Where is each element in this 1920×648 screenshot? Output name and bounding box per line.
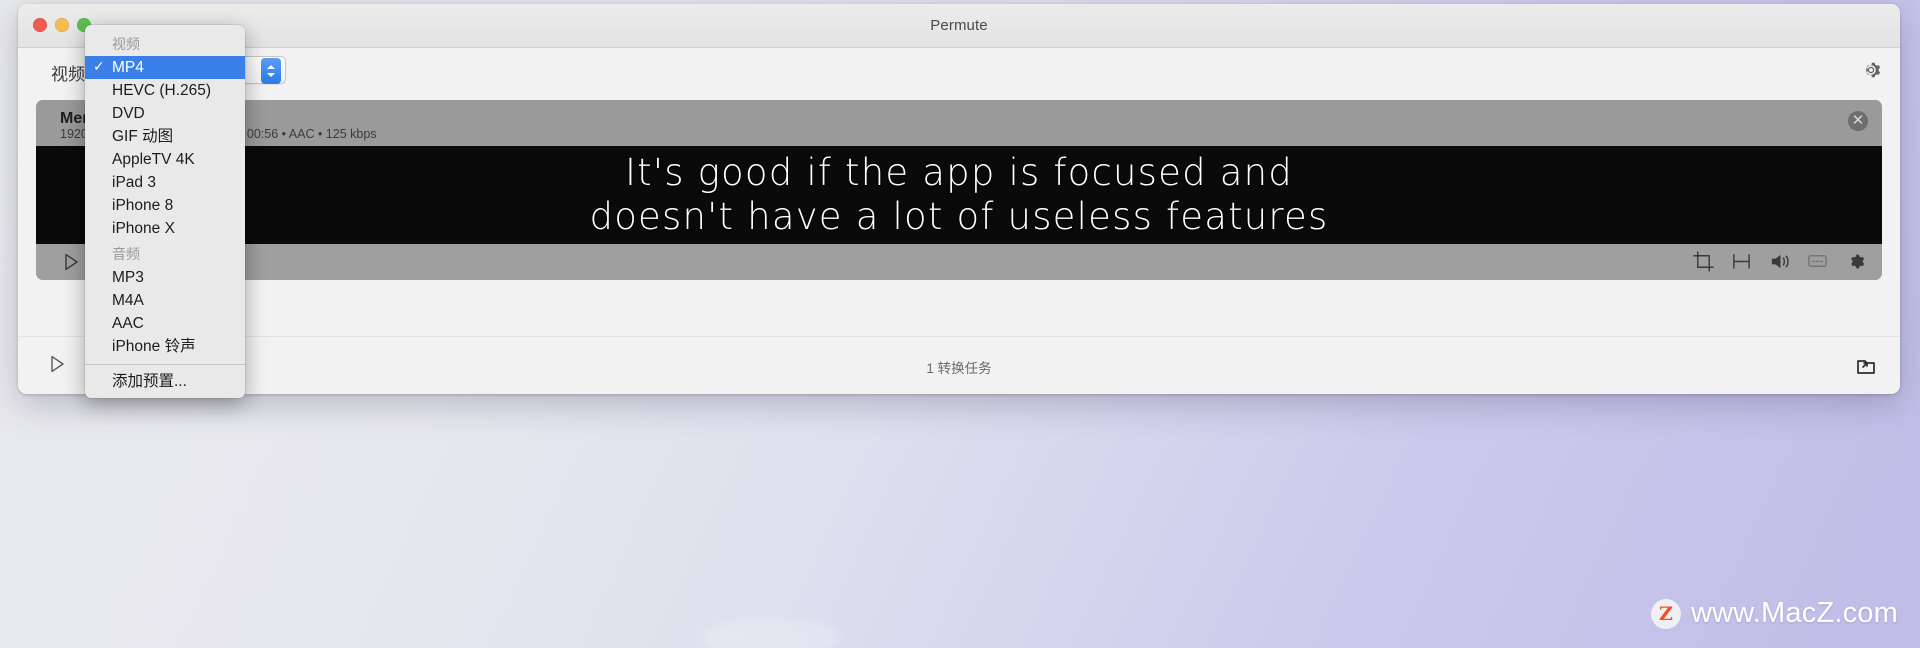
menu-item-add-preset[interactable]: 添加预置... bbox=[85, 370, 245, 393]
window-title: Permute bbox=[930, 17, 988, 34]
menu-item-label: AppleTV 4K bbox=[112, 151, 195, 168]
menu-item-label: iPhone X bbox=[112, 220, 175, 237]
menu-item-dvd[interactable]: DVD bbox=[85, 102, 245, 125]
conversion-job-card[interactable]: Memo 1920x1080 • H.264 • 2500 kbps • 00:… bbox=[36, 100, 1882, 280]
menu-section-header-video: 视频 bbox=[112, 36, 140, 52]
job-footer bbox=[36, 244, 1882, 280]
status-bar: 1 转换任务 bbox=[18, 336, 1900, 394]
format-label: 视频 bbox=[51, 65, 85, 84]
app-window: Permute 视频 MP4 Memo 1920x1080 • H.264 • … bbox=[18, 4, 1900, 394]
menu-item-m4a[interactable]: M4A bbox=[85, 289, 245, 312]
watermark-text: www.MacZ.com bbox=[1690, 597, 1898, 629]
gear-icon[interactable] bbox=[1845, 251, 1866, 272]
menu-item-iphone-x[interactable]: iPhone X bbox=[85, 217, 245, 240]
menu-item-label: iPhone 铃声 bbox=[112, 338, 196, 355]
watermark: Z www.MacZ.com bbox=[1650, 597, 1898, 630]
menu-item-label: GIF 动图 bbox=[112, 128, 174, 145]
subtitle-icon[interactable] bbox=[1807, 251, 1828, 272]
menu-item-label: HEVC (H.265) bbox=[112, 82, 212, 99]
menu-item-aac[interactable]: AAC bbox=[85, 312, 245, 335]
play-icon[interactable] bbox=[64, 253, 79, 271]
job-tool-icons bbox=[1693, 251, 1866, 272]
menu-item-iphone-8[interactable]: iPhone 8 bbox=[85, 194, 245, 217]
menu-item-label: MP4 bbox=[112, 59, 144, 76]
menu-item-label: iPad 3 bbox=[112, 174, 156, 191]
close-icon[interactable]: ✕ bbox=[1848, 111, 1868, 131]
video-preview[interactable]: It's good if the app is focused and does… bbox=[36, 146, 1882, 244]
menu-item-iphone-ringtone[interactable]: iPhone 铃声 bbox=[85, 335, 245, 358]
menu-item-ipad-3[interactable]: iPad 3 bbox=[85, 171, 245, 194]
task-count-label: 1 转换任务 bbox=[926, 361, 992, 376]
volume-icon[interactable] bbox=[1769, 251, 1790, 272]
export-folder-icon[interactable] bbox=[1854, 354, 1878, 378]
menu-item-mp4[interactable]: ✓ MP4 bbox=[85, 56, 245, 79]
menu-item-label: 添加预置... bbox=[112, 373, 187, 390]
job-header: Memo 1920x1080 • H.264 • 2500 kbps • 00:… bbox=[36, 100, 1882, 146]
menu-item-label: MP3 bbox=[112, 269, 144, 286]
menu-item-label: M4A bbox=[112, 292, 144, 309]
trim-icon[interactable] bbox=[1731, 251, 1752, 272]
menu-item-mp3[interactable]: MP3 bbox=[85, 266, 245, 289]
format-toolbar: 视频 MP4 bbox=[18, 48, 1900, 92]
menu-section-header-audio: 音频 bbox=[112, 246, 140, 262]
menu-item-label: AAC bbox=[112, 315, 144, 332]
menu-item-label: iPhone 8 bbox=[112, 197, 174, 214]
menu-item-label: DVD bbox=[112, 105, 145, 122]
format-menu[interactable]: 视频 ✓ MP4 HEVC (H.265) DVD GIF 动图 AppleTV… bbox=[85, 25, 245, 398]
menu-item-gif[interactable]: GIF 动图 bbox=[85, 125, 245, 148]
subtitle-line-1: It's good if the app is focused and bbox=[625, 151, 1293, 195]
gear-icon[interactable] bbox=[1860, 59, 1882, 81]
chevron-updown-icon bbox=[261, 58, 281, 84]
subtitle-line-2: doesn't have a lot of useless features bbox=[589, 195, 1329, 238]
menu-separator bbox=[85, 364, 245, 365]
watermark-badge-icon: Z bbox=[1650, 598, 1681, 629]
crop-icon[interactable] bbox=[1693, 251, 1714, 272]
menu-item-hevc[interactable]: HEVC (H.265) bbox=[85, 79, 245, 102]
title-bar: Permute bbox=[18, 4, 1900, 48]
menu-item-appletv-4k[interactable]: AppleTV 4K bbox=[85, 148, 245, 171]
check-icon: ✓ bbox=[93, 59, 105, 75]
desktop-artifact bbox=[700, 618, 840, 648]
